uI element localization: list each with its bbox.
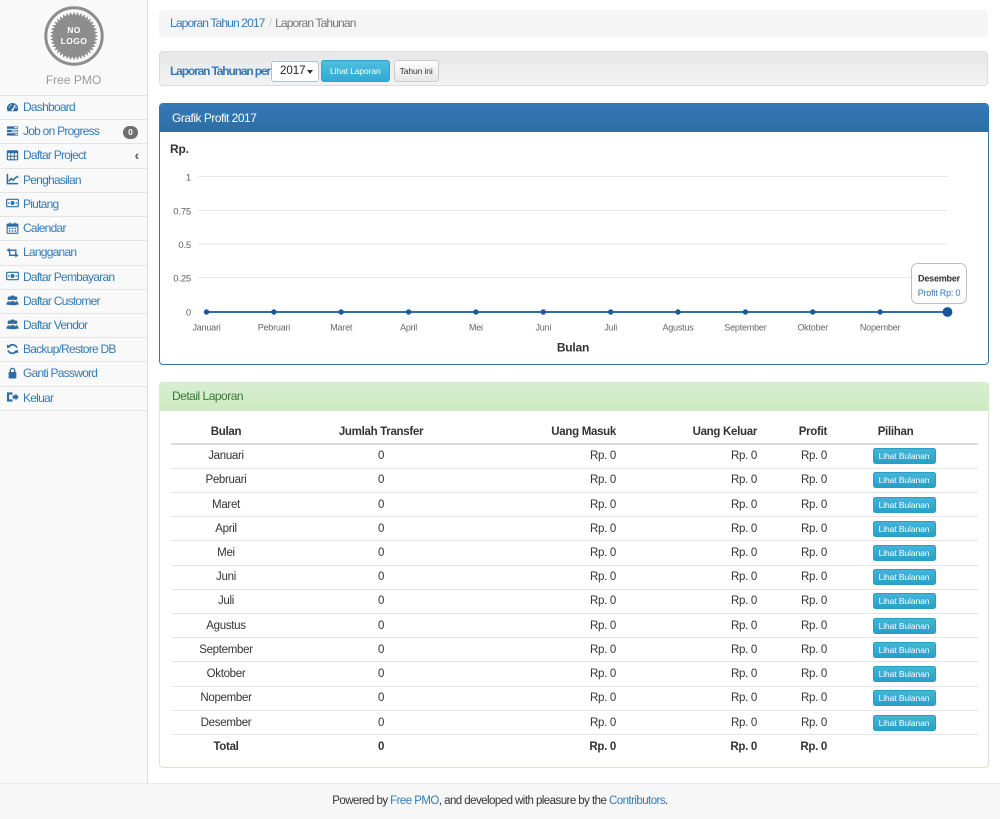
svg-text:Profit Rp: 0: Profit Rp: 0 <box>918 288 961 298</box>
svg-text:Rp.: Rp. <box>170 142 189 156</box>
svg-text:1: 1 <box>186 173 191 184</box>
svg-text:Maret: Maret <box>330 323 353 333</box>
svg-text:0.25: 0.25 <box>173 274 191 285</box>
svg-text:Agustus: Agustus <box>662 323 694 333</box>
svg-text:April: April <box>400 323 417 333</box>
svg-text:Mei: Mei <box>469 323 483 333</box>
svg-text:Desember: Desember <box>918 274 961 284</box>
svg-text:Oktober: Oktober <box>797 323 828 333</box>
svg-text:Bulan: Bulan <box>557 341 589 355</box>
svg-text:0.75: 0.75 <box>173 207 191 218</box>
svg-text:September: September <box>724 323 766 333</box>
svg-text:NO: NO <box>67 25 81 35</box>
svg-text:0: 0 <box>186 308 191 319</box>
svg-text:LOGO: LOGO <box>60 36 87 46</box>
svg-text:Juni: Juni <box>535 323 551 333</box>
svg-text:0.5: 0.5 <box>178 240 191 251</box>
svg-text:Januari: Januari <box>192 323 220 333</box>
svg-text:Pebruari: Pebruari <box>258 323 291 333</box>
svg-text:Juli: Juli <box>604 323 617 333</box>
svg-text:Nopember: Nopember <box>860 323 901 333</box>
